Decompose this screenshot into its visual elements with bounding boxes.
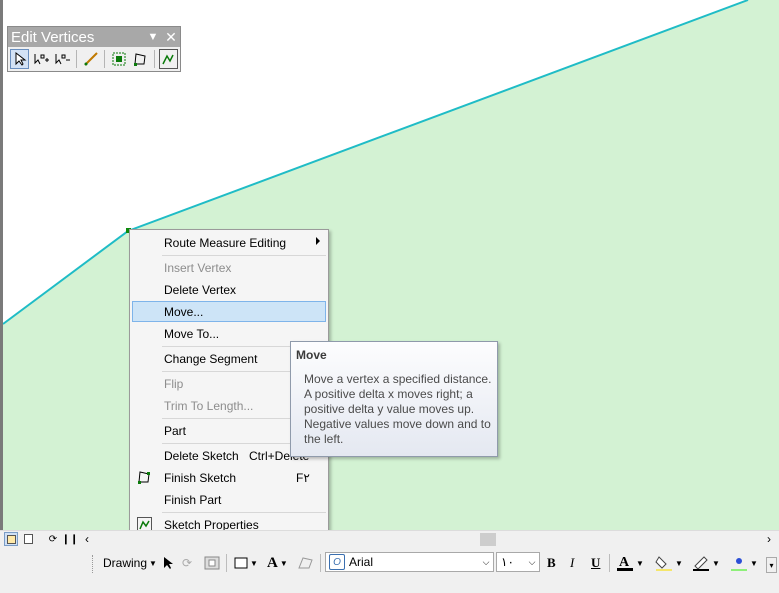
- new-text-button[interactable]: A ▼: [267, 553, 288, 573]
- toolbar-grip[interactable]: [92, 555, 95, 573]
- close-icon[interactable]: ✕: [162, 29, 180, 46]
- menu-item-label: Move...: [164, 304, 204, 319]
- font-color-button[interactable]: A ▼: [616, 553, 644, 573]
- font-name-value: Arial: [349, 555, 374, 569]
- rotate-icon[interactable]: ⟳: [182, 553, 192, 573]
- menu-item-finish-sketch[interactable]: Finish Sketch F۲: [132, 467, 326, 488]
- font-size-select[interactable]: ۱۰ ⌵: [496, 552, 540, 572]
- text-tool-icon: A: [267, 554, 278, 571]
- edit-vertices-drawing-icon[interactable]: [298, 553, 314, 573]
- toolbar-separator: [75, 50, 77, 68]
- toolbar-separator: [609, 554, 610, 572]
- chevron-down-icon: ▼: [250, 558, 258, 568]
- submenu-arrow-icon: [316, 237, 320, 245]
- new-rectangle-button[interactable]: ▼: [234, 553, 258, 573]
- menu-item-label: Trim To Length...: [164, 398, 254, 413]
- menu-separator: [162, 512, 326, 513]
- bold-label: B: [547, 555, 556, 570]
- menu-item-route-measure-editing[interactable]: Route Measure Editing: [132, 232, 326, 253]
- continue-feature-icon[interactable]: [81, 49, 100, 69]
- menu-item-delete-vertex[interactable]: Delete Vertex: [132, 279, 326, 300]
- finish-sketch-icon[interactable]: [130, 49, 149, 69]
- chevron-down-icon: ▼: [675, 558, 683, 568]
- toolbar-overflow-icon[interactable]: ▾: [766, 557, 777, 573]
- drawing-menu-button[interactable]: Drawing ▼: [103, 553, 157, 573]
- move-tooltip: Move Move a vertex a specified distance.…: [290, 341, 498, 457]
- add-vertex-icon[interactable]: [31, 49, 50, 69]
- chevron-down-icon: ▼: [636, 558, 644, 568]
- menu-item-label: Part: [164, 423, 187, 438]
- menu-item-insert-vertex[interactable]: Insert Vertex: [132, 257, 326, 278]
- menu-item-finish-part[interactable]: Finish Part: [132, 489, 326, 510]
- edit-vertices-title: Edit Vertices: [11, 28, 95, 46]
- marker-color-button[interactable]: ▼: [730, 553, 758, 573]
- tooltip-title: Move: [296, 348, 327, 362]
- select-elements-icon[interactable]: [162, 553, 174, 573]
- edit-vertices-titlebar[interactable]: Edit Vertices ▼ ✕: [8, 27, 180, 47]
- menu-item-label: Change Segment: [164, 351, 258, 366]
- bold-button[interactable]: B: [547, 553, 556, 573]
- menu-item-label: Finish Sketch: [164, 470, 237, 485]
- delete-vertex-icon[interactable]: [53, 49, 72, 69]
- chevron-down-icon: ▼: [149, 558, 157, 568]
- menu-item-label: Route Measure Editing: [164, 235, 287, 250]
- menu-item-label: Delete Sketch: [164, 448, 239, 463]
- drawing-toolbar: Drawing ▼ ⟳ ▼ A ▼ O Arial ⌵ ۱۰ ⌵ B I U A ▼ …: [0, 547, 779, 593]
- italic-button[interactable]: I: [570, 553, 574, 573]
- modify-sketch-vertices-icon[interactable]: [10, 49, 30, 69]
- italic-label: I: [570, 555, 575, 570]
- refresh-icon[interactable]: ⟳: [46, 532, 60, 546]
- map-left-border: [0, 0, 3, 530]
- toolbar-separator: [104, 50, 106, 68]
- font-size-value: ۱۰: [501, 555, 514, 569]
- fill-color-button[interactable]: ▼: [655, 553, 683, 573]
- data-view-icon[interactable]: [4, 532, 18, 546]
- scroll-right-icon[interactable]: ›: [762, 532, 776, 546]
- edit-vertices-toolbar: Edit Vertices ▼ ✕: [7, 26, 181, 72]
- underline-button[interactable]: U: [591, 553, 600, 573]
- finish-sketch-icon: [136, 469, 152, 485]
- toolbar-separator: [226, 554, 227, 572]
- toolbar-separator: [153, 50, 155, 68]
- menu-separator: [162, 255, 326, 256]
- sketch-properties-icon[interactable]: [158, 49, 179, 69]
- underline-label: U: [591, 555, 601, 570]
- pause-drawing-icon[interactable]: ❙❙: [62, 532, 79, 546]
- font-name-select[interactable]: O Arial ⌵: [325, 552, 494, 572]
- tooltip-body: Move a vertex a specified distance. A po…: [304, 372, 492, 446]
- menu-item-label: Move To...: [164, 326, 220, 341]
- toolbar-options-icon[interactable]: ▼: [144, 31, 162, 43]
- map-status-bar: ⟳ ❙❙ ‹ ›: [0, 530, 779, 547]
- layout-view-icon[interactable]: [21, 532, 35, 546]
- chevron-down-icon: ⌵: [482, 556, 490, 567]
- chevron-down-icon: ▼: [750, 558, 758, 568]
- menu-item-label: Delete Vertex: [164, 282, 237, 297]
- chevron-down-icon: ▼: [712, 558, 720, 568]
- menu-item-shortcut: F۲: [296, 470, 310, 485]
- svg-text:A: A: [619, 555, 630, 570]
- chevron-down-icon: ▼: [279, 558, 288, 568]
- horizontal-scrollbar-thumb[interactable]: [480, 533, 496, 546]
- menu-item-move[interactable]: Move...: [132, 301, 326, 322]
- scroll-left-icon[interactable]: ‹: [80, 532, 94, 546]
- menu-item-label: Insert Vertex: [164, 260, 232, 275]
- toolbar-separator: [320, 554, 321, 572]
- sketch-properties-grid-icon[interactable]: [109, 49, 128, 69]
- menu-item-label: Flip: [164, 376, 184, 391]
- opentype-font-icon: O: [329, 554, 345, 570]
- drawing-menu-label: Drawing: [103, 556, 148, 570]
- line-color-button[interactable]: ▼: [692, 553, 720, 573]
- zoom-whole-page-icon[interactable]: [204, 553, 220, 573]
- menu-item-label: Finish Part: [164, 492, 222, 507]
- chevron-down-icon: ⌵: [528, 556, 536, 567]
